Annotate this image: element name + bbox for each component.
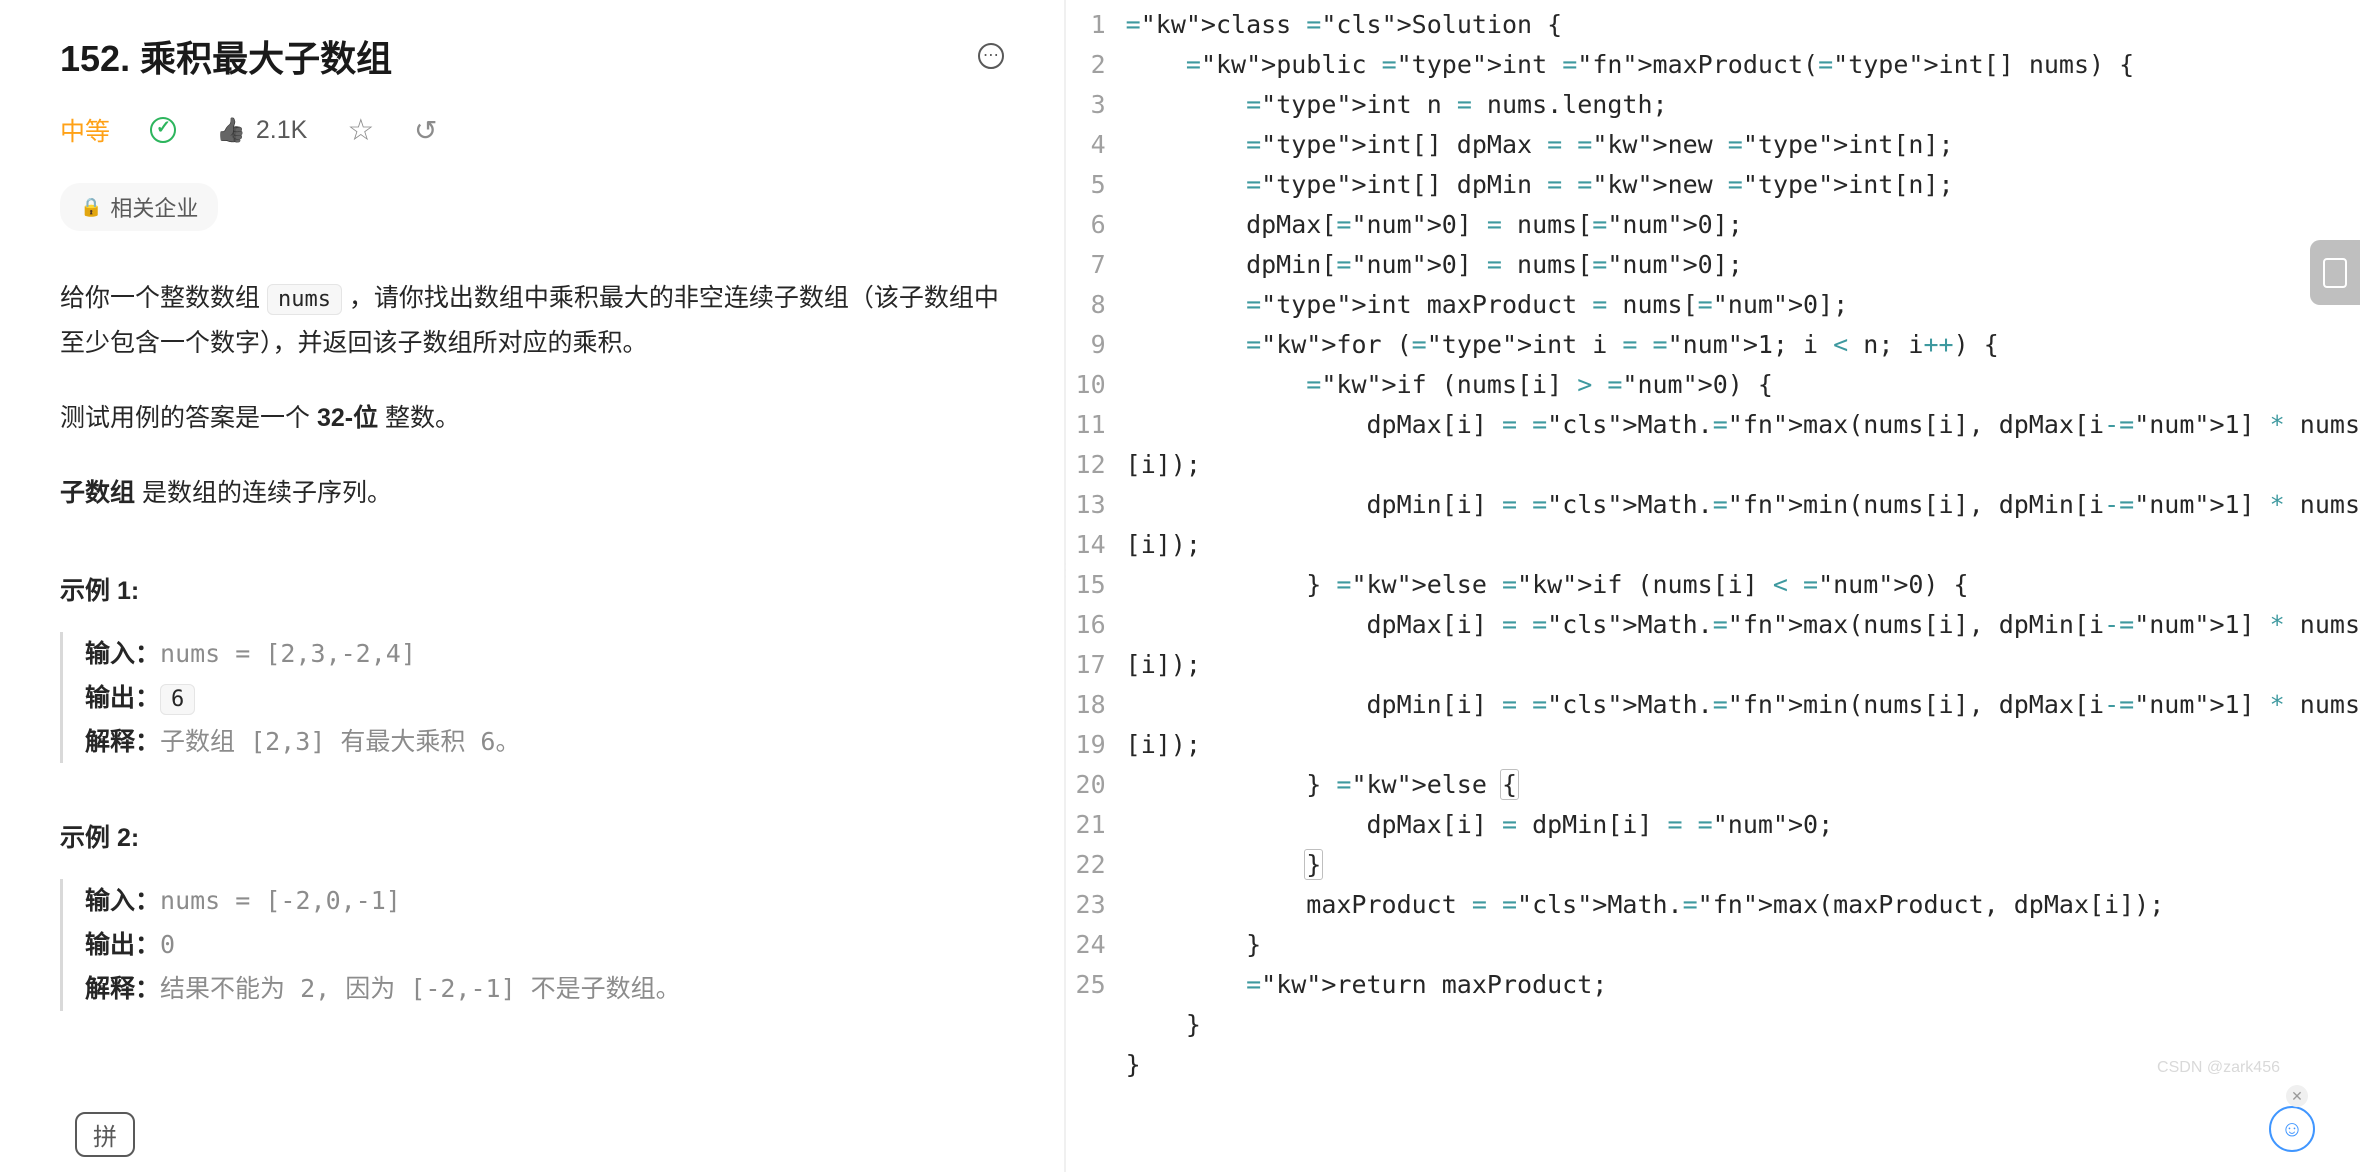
problem-paragraph-1: 给你一个整数数组 nums ，请你找出数组中乘积最大的非空连续子数组（该子数组中…	[60, 276, 1004, 366]
example-2-block: 输入：nums = [-2,0,-1] 输出：0 解释：结果不能为 2, 因为 …	[60, 879, 1004, 1010]
example-2-title: 示例 2:	[60, 818, 1004, 854]
close-chat-icon[interactable]: ✕	[2286, 1085, 2308, 1107]
code-editor-panel[interactable]: 1234567891011121314151617181920212223242…	[1066, 0, 2360, 1172]
example-1-title: 示例 1:	[60, 571, 1004, 607]
thumb-up-icon	[216, 116, 246, 145]
problem-meta-row: 中等 2.1K	[60, 112, 1004, 148]
related-companies-tag[interactable]: 🔒 相关企业	[60, 183, 218, 231]
problem-paragraph-2: 测试用例的答案是一个 32-位 整数。	[60, 396, 1004, 441]
favorite-star-icon[interactable]	[347, 113, 374, 148]
like-button[interactable]: 2.1K	[216, 116, 307, 145]
problem-paragraph-3: 子数组 是数组的连续子序列。	[60, 471, 1004, 516]
watermark-text: CSDN @zark456	[2157, 1059, 2280, 1077]
difficulty-badge: 中等	[60, 112, 110, 148]
document-icon	[2323, 258, 2347, 288]
lock-icon: 🔒	[80, 197, 102, 218]
solved-check-icon[interactable]	[150, 117, 176, 143]
inline-code-nums: nums	[267, 284, 342, 315]
floating-notes-button[interactable]	[2310, 240, 2360, 305]
code-editor-area[interactable]: ="kw">class ="cls">Solution { ="kw">publ…	[1126, 0, 2360, 1172]
problem-title: 152. 乘积最大子数组	[60, 30, 392, 82]
share-icon[interactable]	[414, 114, 437, 147]
more-options-icon[interactable]	[978, 43, 1004, 69]
chat-support-button[interactable]: ☺	[2269, 1106, 2315, 1152]
ime-indicator[interactable]: 拼	[75, 1112, 135, 1157]
example-1-block: 输入：nums = [2,3,-2,4] 输出：6 解释：子数组 [2,3] 有…	[60, 632, 1004, 763]
problem-description-panel: 152. 乘积最大子数组 中等 2.1K 🔒 相关企业 给你一个整数数组 num…	[0, 0, 1064, 1172]
like-count: 2.1K	[256, 116, 307, 145]
line-number-gutter: 1234567891011121314151617181920212223242…	[1066, 0, 1126, 1172]
company-tag-label: 相关企业	[110, 191, 198, 223]
